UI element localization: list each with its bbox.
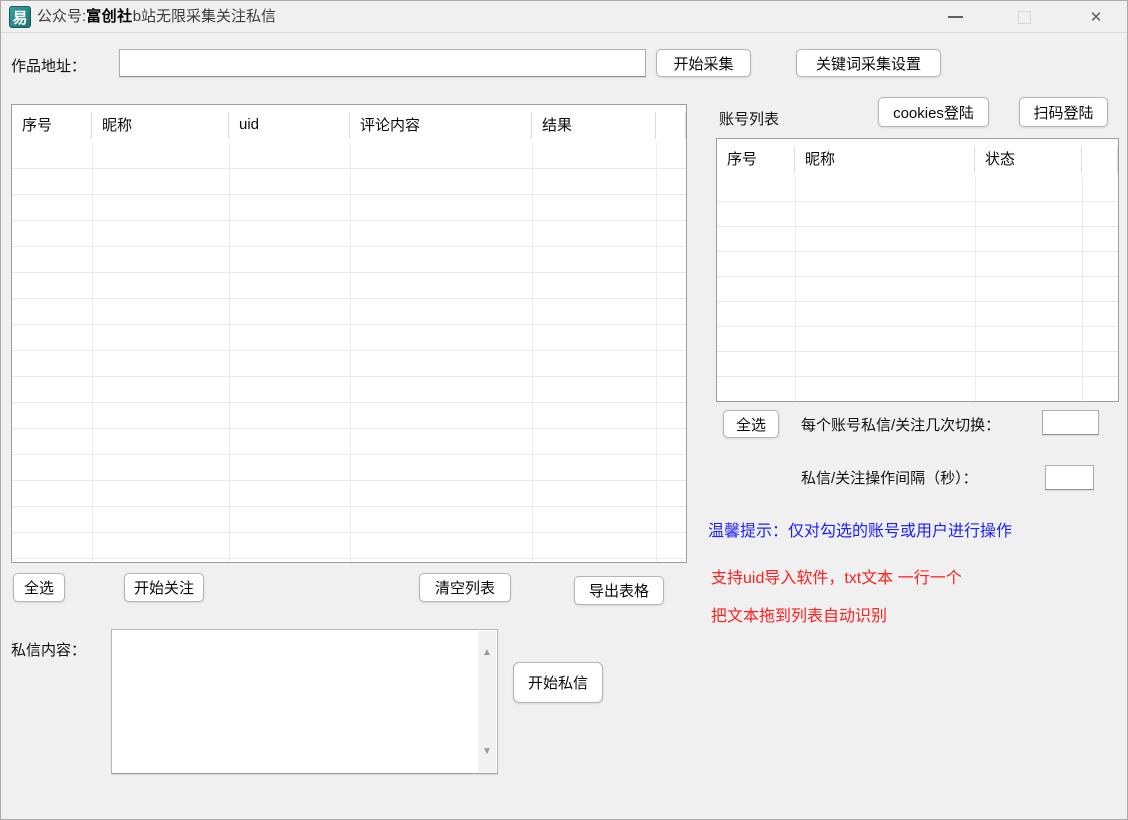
clear-list-button[interactable]: 清空列表 [419, 573, 511, 602]
comment-table[interactable]: 序号 昵称 uid 评论内容 结果 [11, 104, 687, 563]
keyword-collect-settings-button[interactable]: 关键词采集设置 [796, 49, 941, 77]
minimize-icon [948, 16, 963, 18]
work-url-input[interactable] [119, 49, 646, 77]
start-collect-button[interactable]: 开始采集 [656, 49, 751, 77]
account-table-body[interactable] [717, 177, 1118, 401]
account-grid-line [795, 177, 796, 401]
account-col-index: 序号 [717, 139, 795, 177]
account-list-label: 账号列表 [719, 108, 779, 129]
minimize-button[interactable] [932, 1, 978, 33]
window-title-brand: 富创社 [86, 8, 133, 25]
comment-col-result: 结果 [532, 105, 656, 143]
account-table-header: 序号 昵称 状态 [717, 139, 1118, 177]
scroll-up-icon[interactable]: ▲ [478, 643, 496, 661]
switch-times-label: 每个账号私信/关注几次切换： [801, 414, 1000, 435]
start-dm-button[interactable]: 开始私信 [513, 662, 603, 703]
account-col-extra [1082, 139, 1118, 177]
comment-grid-line [229, 143, 230, 562]
comment-col-uid: uid [229, 105, 350, 143]
window-title: 公众号:富创社b站无限采集关注私信 [37, 1, 276, 33]
interval-label: 私信/关注操作间隔（秒）： [801, 467, 978, 488]
account-col-nickname: 昵称 [795, 139, 975, 177]
dm-content-label: 私信内容： [11, 639, 86, 660]
comment-table-body[interactable] [12, 143, 686, 562]
switch-times-input[interactable] [1042, 410, 1099, 435]
dm-content-box: ▲ ▼ [111, 629, 498, 774]
account-grid-line [975, 177, 976, 401]
app-window: 易 公众号:富创社b站无限采集关注私信 ✕ 作品地址： 开始采集 关键词采集设置… [0, 0, 1128, 820]
comment-col-index: 序号 [12, 105, 92, 143]
scroll-down-icon[interactable]: ▼ [478, 742, 496, 760]
export-table-button[interactable]: 导出表格 [574, 576, 664, 605]
account-select-all-button[interactable]: 全选 [723, 410, 779, 438]
comment-table-header: 序号 昵称 uid 评论内容 结果 [12, 105, 686, 143]
list-select-all-button[interactable]: 全选 [13, 573, 65, 602]
close-icon: ✕ [1090, 8, 1103, 26]
account-grid-line [1082, 177, 1083, 401]
account-col-status: 状态 [975, 139, 1082, 177]
comment-grid-line [532, 143, 533, 562]
tip-blue-text: 温馨提示：仅对勾选的账号或用户进行操作 [708, 517, 1012, 541]
window-title-suffix: b站无限采集关注私信 [133, 8, 276, 25]
comment-grid-line [350, 143, 351, 562]
tip-red-text-1: 支持uid导入软件，txt文本 一行一个 [711, 564, 962, 588]
dm-content-textarea[interactable] [113, 631, 478, 772]
window-title-prefix: 公众号: [37, 8, 86, 25]
tip-red-text-2: 把文本拖到列表自动识别 [711, 602, 887, 626]
interval-input[interactable] [1045, 465, 1094, 490]
app-logo-icon: 易 [9, 6, 31, 28]
comment-col-content: 评论内容 [350, 105, 532, 143]
account-table[interactable]: 序号 昵称 状态 [716, 138, 1119, 402]
dm-scrollbar[interactable]: ▲ ▼ [478, 631, 496, 772]
cookies-login-button[interactable]: cookies登陆 [878, 97, 989, 127]
comment-grid-line [656, 143, 657, 562]
qr-login-button[interactable]: 扫码登陆 [1019, 97, 1108, 127]
titlebar: 易 公众号:富创社b站无限采集关注私信 ✕ [1, 1, 1127, 33]
comment-col-nickname: 昵称 [92, 105, 229, 143]
maximize-icon [1018, 11, 1031, 24]
close-button[interactable]: ✕ [1073, 1, 1119, 33]
comment-grid-line [92, 143, 93, 562]
maximize-button[interactable] [1001, 1, 1047, 33]
start-follow-button[interactable]: 开始关注 [124, 573, 204, 602]
work-url-label: 作品地址： [11, 55, 86, 76]
comment-col-extra [656, 105, 686, 143]
